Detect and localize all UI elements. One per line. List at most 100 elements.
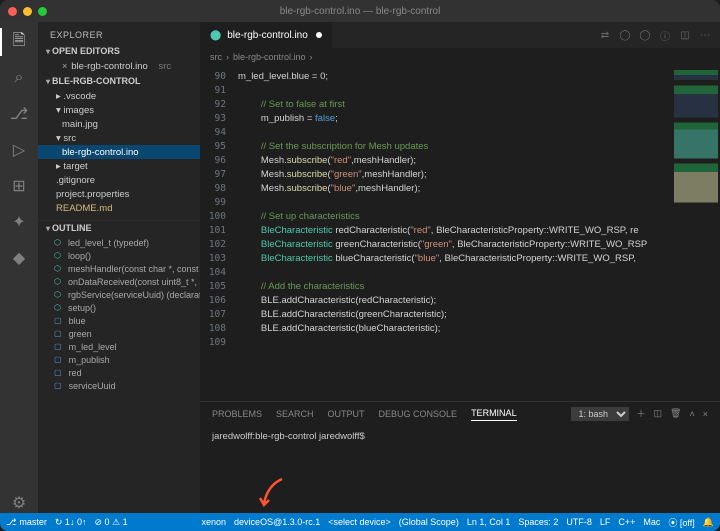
docker-icon[interactable]: ◆ [9, 248, 29, 268]
tree-item-ble-rgb-control-ino[interactable]: ble-rgb-control.ino [38, 145, 200, 159]
status-spaces[interactable]: Spaces: 2 [518, 517, 558, 527]
tab-actions: ⇄ ◯ ◯ ⓘ ◫ ⋯ [598, 22, 720, 48]
outline-item[interactable]: ▢blue [38, 314, 200, 327]
tab-output[interactable]: OUTPUT [328, 407, 365, 421]
tab-terminal[interactable]: TERMINAL [471, 406, 517, 421]
var-icon: ▢ [54, 316, 62, 325]
tab-problems[interactable]: PROBLEMS [212, 407, 262, 421]
status-device[interactable]: <select device> [328, 517, 391, 527]
editor-body[interactable]: 90 91 92 93 94 95 96 97 98 99 100 101 10… [200, 66, 720, 401]
status-position[interactable]: Ln 1, Col 1 [467, 517, 511, 527]
status-deviceos[interactable]: deviceOS@1.3.0-rc.1 [234, 517, 320, 527]
terminal-body[interactable]: jaredwolff:ble-rgb-control jaredwolff$ [200, 425, 720, 513]
tree-item--gitignore[interactable]: .gitignore [38, 173, 200, 187]
status-branch[interactable]: ⎇ master [6, 517, 47, 528]
outline-item[interactable]: ⬡onDataReceived(const uint8_t *, size_t,… [38, 275, 200, 288]
maximize-icon[interactable] [38, 7, 47, 16]
var-icon: ▢ [54, 342, 62, 351]
minimap[interactable] [670, 66, 720, 401]
outline-item[interactable]: ▢m_led_level [38, 340, 200, 353]
var-icon: ▢ [54, 329, 62, 338]
tree-item-images[interactable]: ▾ images [38, 103, 200, 117]
var-icon: ▢ [54, 368, 62, 377]
chevron-down-icon: ▾ [46, 224, 50, 233]
outline-item[interactable]: ⬡rgbService(serviceUuid) (declaration) [38, 288, 200, 301]
outline-item[interactable]: ⬡meshHandler(const char *, const char *) [38, 262, 200, 275]
project-label: BLE-RGB-CONTROL [52, 76, 141, 86]
open-editor-path: src [158, 61, 171, 72]
close-small-icon[interactable]: × [62, 61, 67, 71]
status-mac[interactable]: Mac [643, 517, 660, 527]
cube-icon: ⬡ [54, 251, 61, 260]
crumb-file[interactable]: ble-rgb-control.ino [233, 52, 306, 62]
modified-dot-icon [316, 32, 322, 38]
status-eol[interactable]: LF [600, 517, 611, 527]
var-icon: ▢ [54, 381, 62, 390]
breadcrumbs[interactable]: src › ble-rgb-control.ino › [200, 48, 720, 66]
explorer-icon[interactable]: 🗎 [9, 32, 29, 52]
status-sync[interactable]: ↻ 1↓ 0↑ [55, 517, 87, 528]
tab-search[interactable]: SEARCH [276, 407, 314, 421]
status-bar: ⎇ master ↻ 1↓ 0↑ ⊘ 0 ⚠ 1 xenon deviceOS@… [0, 513, 720, 531]
close-panel-icon[interactable]: × [703, 409, 708, 419]
extensions-icon[interactable]: ⊞ [9, 176, 29, 196]
open-editor-name: ble-rgb-control.ino [71, 61, 148, 72]
outline-item[interactable]: ▢green [38, 327, 200, 340]
split-icon[interactable]: ◫ [678, 28, 692, 42]
outline-header[interactable]: ▾OUTLINE [38, 221, 200, 235]
nav-fwd-icon[interactable]: ◯ [638, 28, 652, 42]
tree-item-project-properties[interactable]: project.properties [38, 187, 200, 201]
particle-icon[interactable]: ✦ [9, 212, 29, 232]
panel-tabs: PROBLEMS SEARCH OUTPUT DEBUG CONSOLE TER… [200, 402, 720, 425]
tab-ble-rgb-control[interactable]: ⬤ ble-rgb-control.ino [200, 22, 332, 48]
tree-item--vscode[interactable]: ▸ .vscode [38, 89, 200, 103]
more-icon[interactable]: ⋯ [698, 28, 712, 42]
tree-item-readme-md[interactable]: README.md [38, 201, 200, 215]
open-editor-item[interactable]: × ble-rgb-control.ino src [38, 59, 200, 73]
cube-icon: ⬡ [54, 238, 61, 247]
outline-item[interactable]: ▢red [38, 366, 200, 379]
tree-item-target[interactable]: ▸ target [38, 159, 200, 173]
cube-icon: ⬡ [54, 264, 61, 273]
crumb-src[interactable]: src [210, 52, 222, 62]
search-icon[interactable]: ⌕ [9, 68, 29, 88]
outline-item[interactable]: ⬡setup() [38, 301, 200, 314]
tree-item-src[interactable]: ▾ src [38, 131, 200, 145]
titlebar: ble-rgb-control.ino — ble-rgb-control [0, 0, 720, 22]
settings-icon[interactable]: ⚙ [9, 493, 29, 513]
source-control-icon[interactable]: ⎇ [9, 104, 29, 124]
outline-item[interactable]: ▢serviceUuid [38, 379, 200, 392]
project-header[interactable]: ▾BLE-RGB-CONTROL [38, 74, 200, 88]
maximize-panel-icon[interactable]: ˄ [689, 409, 694, 419]
tree-item-main-jpg[interactable]: main.jpg [38, 117, 200, 131]
chevron-right-icon: › [226, 52, 229, 62]
status-xenon[interactable]: xenon [202, 517, 227, 527]
var-icon: ▢ [54, 355, 62, 364]
status-bell[interactable]: 🔔 [703, 517, 714, 528]
code-content[interactable]: m_led_level.blue = 0; // Set to false at… [234, 66, 670, 401]
close-icon[interactable] [8, 7, 17, 16]
minimize-icon[interactable] [23, 7, 32, 16]
debug-icon[interactable]: ▷ [9, 140, 29, 160]
info-icon[interactable]: ⓘ [658, 28, 672, 42]
cube-icon: ⬡ [54, 303, 61, 312]
status-off[interactable]: ⦿ [off] [668, 516, 694, 529]
activity-bar: 🗎 ⌕ ⎇ ▷ ⊞ ✦ ◆ ⚙ [0, 22, 38, 513]
status-encoding[interactable]: UTF-8 [566, 517, 592, 527]
outline-item[interactable]: ⬡led_level_t (typedef) [38, 236, 200, 249]
terminal-select[interactable]: 1: bash [571, 407, 629, 421]
status-problems[interactable]: ⊘ 0 ⚠ 1 [94, 517, 127, 528]
compare-icon[interactable]: ⇄ [598, 28, 612, 42]
outline-item[interactable]: ▢m_publish [38, 353, 200, 366]
editor-area: ⬤ ble-rgb-control.ino ⇄ ◯ ◯ ⓘ ◫ ⋯ src › … [200, 22, 720, 513]
status-scope[interactable]: (Global Scope) [399, 517, 459, 527]
status-language[interactable]: C++ [618, 517, 635, 527]
new-terminal-icon[interactable]: ＋ [637, 407, 646, 420]
nav-back-icon[interactable]: ◯ [618, 28, 632, 42]
trash-icon[interactable]: 🗑 [670, 408, 681, 419]
chevron-down-icon: ▾ [46, 47, 50, 56]
open-editors-header[interactable]: ▾OPEN EDITORS [38, 44, 200, 58]
tab-debug-console[interactable]: DEBUG CONSOLE [379, 407, 458, 421]
split-terminal-icon[interactable]: ◫ [654, 408, 663, 419]
outline-item[interactable]: ⬡loop() [38, 249, 200, 262]
